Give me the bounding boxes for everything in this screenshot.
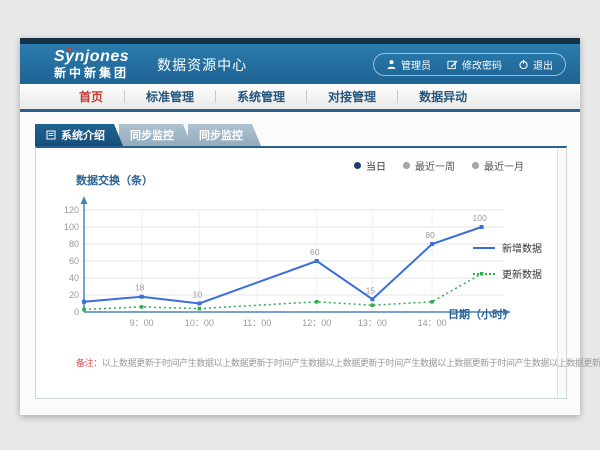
footnote-prefix: 备注： xyxy=(76,358,102,368)
data-point-label: 15 xyxy=(366,285,376,295)
radio-last-week[interactable]: 最近一周 xyxy=(403,158,455,173)
y-tick-label: 40 xyxy=(69,273,79,283)
document-icon xyxy=(46,130,56,140)
tab-sync-monitor-2[interactable]: 同步监控 xyxy=(188,124,261,146)
footnote-text: 以上数据更新于时间产生数据以上数据更新于时间产生数据以上数据更新于时间产生数据以… xyxy=(102,358,600,368)
y-tick-label: 80 xyxy=(69,239,79,249)
chart-panel: 当日 最近一周 最近一月 数据交换（条） 0 20 40 60 80 100 120 9：00… xyxy=(35,146,567,399)
brand-logo: Synjones 新中新集团 xyxy=(54,49,129,79)
data-point-marker xyxy=(198,307,202,311)
brand-name-cn: 新中新集团 xyxy=(54,67,129,79)
logout-label: 退出 xyxy=(533,57,553,72)
tab-sync-monitor-1[interactable]: 同步监控 xyxy=(119,124,192,146)
edit-icon xyxy=(447,59,458,70)
y-tick-label: 120 xyxy=(64,205,79,215)
data-point-marker xyxy=(315,259,319,263)
page-title: 数据资源中心 xyxy=(157,55,247,75)
y-tick-label: 20 xyxy=(69,290,79,300)
data-point-label: 80 xyxy=(425,230,435,240)
logout-button[interactable]: 退出 xyxy=(518,57,553,72)
radio-label: 当日 xyxy=(366,158,386,173)
x-tick-label: 14：00 xyxy=(418,318,447,328)
tab-system-intro[interactable]: 系统介绍 xyxy=(35,124,123,146)
data-point-marker xyxy=(315,300,319,304)
tab-bar: 系统介绍 同步监控 同步监控 xyxy=(35,124,261,146)
x-tick-label: 9：00 xyxy=(130,318,154,328)
tab-label: 同步监控 xyxy=(199,127,243,143)
time-range-options: 当日 最近一周 最近一月 xyxy=(354,158,524,173)
y-axis-title: 数据交换（条） xyxy=(76,172,153,188)
data-point-marker xyxy=(430,242,434,246)
x-tick-label: 11：00 xyxy=(243,318,271,328)
nav-item-home[interactable]: 首页 xyxy=(58,88,124,105)
data-point-marker xyxy=(371,303,375,307)
legend-label: 更新数据 xyxy=(502,266,542,281)
legend-line-dotted-icon xyxy=(473,273,495,275)
user-button[interactable]: 管理员 xyxy=(386,57,431,72)
main-nav: 首页 标准管理 系统管理 对接管理 数据异动 xyxy=(20,84,580,112)
y-tick-label: 100 xyxy=(64,222,79,232)
radio-dot-selected xyxy=(354,162,361,169)
y-tick-label: 60 xyxy=(69,256,79,266)
power-icon xyxy=(518,59,529,70)
change-password-label: 修改密码 xyxy=(462,57,502,72)
x-tick-label: 10：00 xyxy=(185,318,214,328)
app-window: Synjones 新中新集团 数据资源中心 管理员 修改密码 退出 首页 标准管… xyxy=(20,38,580,415)
nav-item-system-management[interactable]: 系统管理 xyxy=(216,88,306,105)
x-tick-label: 12：00 xyxy=(302,318,331,328)
user-button-label: 管理员 xyxy=(401,57,431,72)
brand-name: Synjones xyxy=(54,49,129,65)
footnote: 备注：以上数据更新于时间产生数据以上数据更新于时间产生数据以上数据更新于时间产生… xyxy=(76,356,600,369)
header-bar: Synjones 新中新集团 数据资源中心 管理员 修改密码 退出 xyxy=(20,44,580,84)
legend-item-new-data[interactable]: 新增数据 xyxy=(473,240,542,255)
nav-item-standard-management[interactable]: 标准管理 xyxy=(125,88,215,105)
data-point-label: 10 xyxy=(193,290,203,300)
x-tick-label: 13：00 xyxy=(358,318,387,328)
legend-label: 新增数据 xyxy=(502,240,542,255)
data-point-marker xyxy=(82,300,86,304)
data-point-label: 100 xyxy=(472,213,486,223)
y-tick-label: 0 xyxy=(74,307,79,317)
radio-dot xyxy=(472,162,479,169)
data-point-marker xyxy=(370,297,374,301)
data-point-marker xyxy=(82,308,86,312)
data-point-label: 18 xyxy=(135,283,145,293)
logo-accent-dot xyxy=(67,47,71,51)
data-point-marker xyxy=(480,225,484,229)
y-axis-arrow-icon xyxy=(81,196,88,204)
radio-label: 最近一月 xyxy=(484,158,524,173)
tab-label: 系统介绍 xyxy=(61,127,105,143)
data-point-marker xyxy=(140,295,144,299)
data-point-label: 60 xyxy=(310,247,320,257)
change-password-button[interactable]: 修改密码 xyxy=(447,57,502,72)
user-toolbar: 管理员 修改密码 退出 xyxy=(373,53,566,76)
nav-item-interface-management[interactable]: 对接管理 xyxy=(307,88,397,105)
radio-today[interactable]: 当日 xyxy=(354,158,386,173)
tab-label: 同步监控 xyxy=(130,127,174,143)
data-point-marker xyxy=(430,300,434,304)
data-point-marker xyxy=(140,305,144,309)
radio-last-month[interactable]: 最近一月 xyxy=(472,158,524,173)
radio-label: 最近一周 xyxy=(415,158,455,173)
data-point-marker xyxy=(197,302,201,306)
user-icon xyxy=(386,59,397,70)
radio-dot xyxy=(403,162,410,169)
legend-item-update-data[interactable]: 更新数据 xyxy=(473,266,542,281)
nav-item-data-change[interactable]: 数据异动 xyxy=(398,88,488,105)
legend-line-solid-icon xyxy=(473,247,495,249)
chart-legend: 新增数据 更新数据 xyxy=(473,240,542,281)
x-axis-title: 日期（小时） xyxy=(448,306,514,322)
